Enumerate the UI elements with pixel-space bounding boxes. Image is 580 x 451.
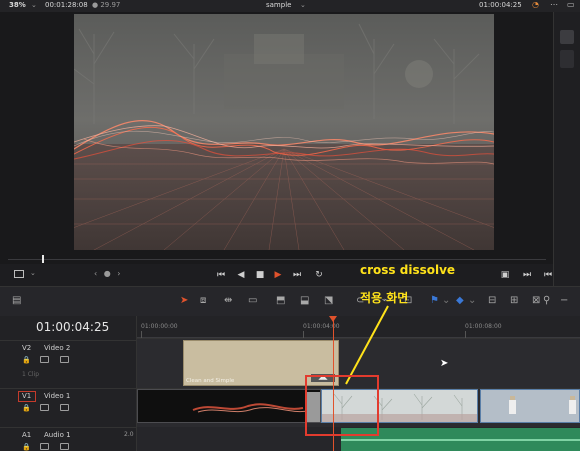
annotation-highlight-box: [305, 375, 379, 436]
annotation-line-2: 적용 화면: [360, 291, 409, 305]
annotation-line-1: cross dissolve: [360, 263, 456, 277]
annotation-arrow: [345, 305, 389, 385]
mouse-cursor-icon: ➤: [440, 358, 449, 369]
